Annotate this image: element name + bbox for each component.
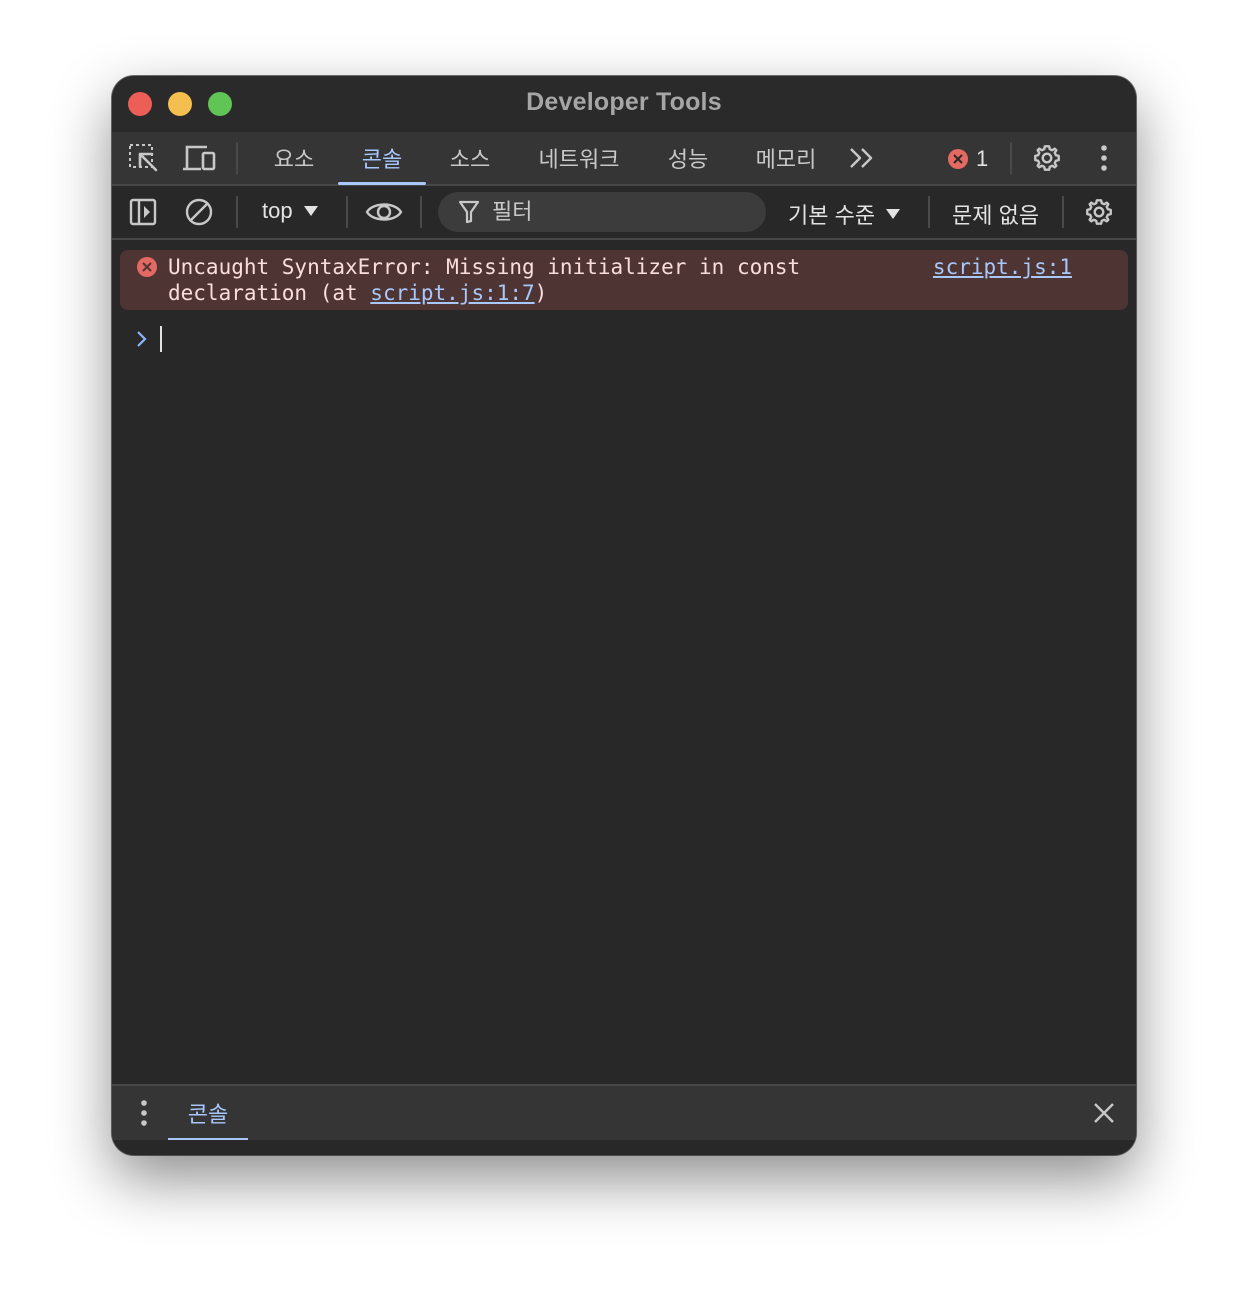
log-levels-label: 기본 수준 [788, 203, 876, 228]
error-counter-button[interactable]: 1 [948, 146, 988, 172]
error-count: 1 [976, 146, 989, 171]
clear-console-icon[interactable] [182, 196, 216, 228]
toolbar-divider [236, 196, 238, 228]
tab-memory[interactable]: 메모리 [742, 132, 830, 184]
error-icon [948, 149, 968, 169]
inspect-element-icon[interactable] [126, 142, 162, 174]
context-selector-value: top [262, 198, 293, 223]
drawer-menu-icon[interactable] [132, 1098, 156, 1128]
context-selector[interactable]: top [262, 198, 319, 224]
devtools-window: Developer Tools 요소 콘솔 소스 네트워크 성능 메모리 1 t… [112, 76, 1136, 1155]
error-line-2-prefix: declaration (at [168, 281, 371, 305]
title-bar: Developer Tools [112, 76, 1136, 132]
dropdown-triangle-icon [303, 206, 318, 216]
log-levels-dropdown[interactable]: 기본 수준 [788, 198, 901, 230]
console-error-message: Uncaught SyntaxError: Missing initialize… [120, 250, 1128, 310]
tab-elements[interactable]: 요소 [260, 132, 328, 184]
main-tab-bar: 요소 콘솔 소스 네트워크 성능 메모리 1 [112, 132, 1136, 186]
filter-input[interactable] [490, 198, 754, 226]
live-expression-eye-icon[interactable] [364, 196, 404, 228]
source-file-link[interactable]: script.js:1 [933, 254, 1072, 280]
console-prompt[interactable] [136, 326, 162, 352]
tab-performance[interactable]: 성능 [654, 132, 722, 184]
more-options-icon[interactable] [1088, 142, 1120, 174]
filter-field[interactable] [438, 192, 766, 232]
drawer-content [112, 1140, 1136, 1155]
toolbar-divider [1062, 196, 1064, 228]
toolbar-divider [236, 142, 238, 174]
close-drawer-icon[interactable] [1088, 1098, 1120, 1128]
toolbar-divider [346, 196, 348, 228]
error-message-text: Uncaught SyntaxError: Missing initialize… [168, 254, 908, 306]
toolbar-divider [1010, 142, 1012, 174]
drawer-tab-console[interactable]: 콘솔 [168, 1086, 248, 1141]
toolbar-divider [420, 196, 422, 228]
error-location-link[interactable]: script.js:1:7 [370, 281, 534, 305]
tab-network[interactable]: 네트워크 [524, 132, 634, 184]
console-toolbar: top 기본 수준 문제 없음 [112, 186, 1136, 240]
show-sidebar-icon[interactable] [126, 196, 160, 228]
text-cursor [160, 326, 162, 352]
error-icon [136, 256, 158, 283]
console-output[interactable]: Uncaught SyntaxError: Missing initialize… [112, 240, 1136, 1084]
dropdown-triangle-icon [886, 209, 901, 219]
tab-console[interactable]: 콘솔 [338, 132, 426, 185]
toolbar-divider [928, 196, 930, 228]
more-tabs-chevron-icon[interactable] [844, 144, 880, 172]
console-settings-gear-icon[interactable] [1082, 196, 1116, 228]
filter-funnel-icon [458, 200, 480, 224]
tab-sources[interactable]: 소스 [436, 132, 504, 184]
window-title: Developer Tools [526, 88, 722, 116]
prompt-chevron-icon [137, 331, 147, 347]
error-line-2-suffix: ) [534, 281, 548, 305]
error-line-1: Uncaught SyntaxError: Missing initialize… [168, 255, 801, 279]
issues-button[interactable]: 문제 없음 [952, 198, 1039, 230]
device-toolbar-icon[interactable] [180, 142, 220, 174]
settings-gear-icon[interactable] [1030, 142, 1064, 174]
bottom-drawer-tabbar: 콘솔 [112, 1084, 1136, 1142]
